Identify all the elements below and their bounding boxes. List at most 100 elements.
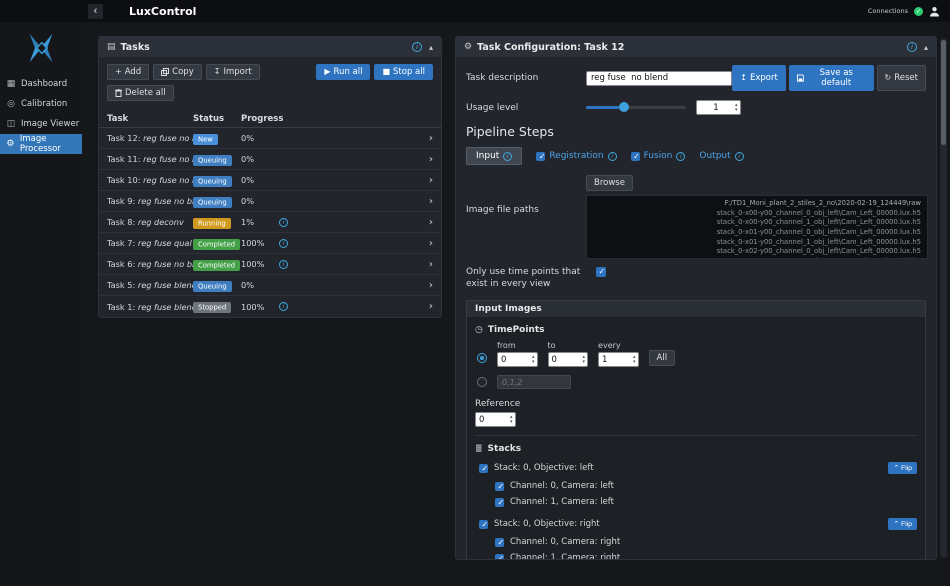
timepoints-range-radio[interactable]: [477, 353, 487, 363]
sidebar-item-dashboard[interactable]: ▦ Dashboard: [0, 74, 82, 94]
table-row[interactable]: Task 9: reg fuse no bl... Queuing 0% i ›: [99, 191, 441, 212]
channel-checkbox[interactable]: [495, 498, 504, 507]
stack-row[interactable]: Stack: 0, Objective: right ⌃Flip: [479, 516, 917, 532]
sidebar-item-label: Dashboard: [21, 79, 67, 89]
chevron-right-icon: ›: [421, 301, 433, 312]
usage-level-input[interactable]: [697, 101, 735, 114]
slider-handle[interactable]: [619, 102, 629, 112]
luxcontrol-logo: [0, 22, 82, 74]
channel-row[interactable]: Channel: 0, Camera: right: [495, 534, 917, 550]
info-icon[interactable]: i: [608, 152, 617, 161]
all-timepoints-button[interactable]: All: [649, 350, 676, 366]
info-icon[interactable]: i: [279, 239, 288, 248]
path-line: stack_0-x00-y00_channel_0_obj_left\Cam_L…: [593, 209, 921, 219]
channel-row[interactable]: Channel: 1, Camera: right: [495, 550, 917, 560]
chevron-right-icon: ›: [421, 217, 433, 228]
timepoints-list-input[interactable]: [497, 375, 571, 389]
channel-checkbox[interactable]: [495, 554, 504, 560]
table-row[interactable]: Task 5: reg fuse blend Queuing 0% i ›: [99, 275, 441, 296]
progress-value: 100%: [241, 259, 279, 269]
import-task-button[interactable]: ↧Import: [206, 64, 260, 80]
table-row[interactable]: Task 12: reg fuse no bl... New 0% i ›: [99, 128, 441, 149]
back-button[interactable]: ‹: [88, 4, 103, 19]
spinner-icons[interactable]: ▴▾: [510, 415, 515, 424]
table-row[interactable]: Task 6: reg fuse no bl... Completed 100%…: [99, 254, 441, 275]
flip-stack-button[interactable]: ⌃Flip: [888, 462, 917, 474]
table-row[interactable]: Task 1: reg fuse blend Stopped 100% i ›: [99, 296, 441, 317]
sidebar-item-calibration[interactable]: ◎ Calibration: [0, 94, 82, 114]
registration-checkbox[interactable]: [536, 152, 545, 161]
channel-checkbox[interactable]: [495, 538, 504, 547]
progress-value: 1%: [241, 217, 279, 227]
stacks-icon: ≣: [475, 444, 483, 454]
tab-input[interactable]: Input i: [466, 147, 522, 165]
table-row[interactable]: Task 11: reg fuse no bl... Queuing 0% i …: [99, 149, 441, 170]
table-row[interactable]: Task 8: reg deconv Running 1% i ›: [99, 212, 441, 233]
stack-checkbox[interactable]: [479, 520, 488, 529]
delete-all-button[interactable]: Delete all: [107, 85, 174, 101]
table-row[interactable]: Task 7: reg fuse qual ... Completed 100%…: [99, 233, 441, 254]
scrollbar-thumb[interactable]: [941, 40, 946, 145]
table-row[interactable]: Task 10: reg fuse no bl... Queuing 0% i …: [99, 170, 441, 191]
tab-registration[interactable]: Registration i: [536, 151, 616, 161]
progress-value: 0%: [241, 280, 279, 290]
spinner-icons[interactable]: ▴▾: [633, 355, 638, 364]
info-icon[interactable]: i: [735, 152, 744, 161]
play-icon: ▶: [324, 68, 330, 76]
fusion-checkbox[interactable]: [631, 152, 640, 161]
progress-value: 0%: [241, 175, 279, 185]
info-icon[interactable]: i: [503, 152, 512, 161]
from-input[interactable]: [498, 353, 532, 366]
spinner-icons[interactable]: ▴▾: [532, 355, 537, 364]
info-icon[interactable]: i: [676, 152, 685, 161]
collapse-panel-icon[interactable]: ▴: [924, 43, 928, 52]
column-task: Task: [107, 114, 193, 124]
tasks-panel: ▤ Tasks i ▴ +Add Copy ↧Import ▶Run all ■…: [98, 36, 442, 318]
export-button[interactable]: ↥Export: [732, 65, 786, 91]
timepoints-list-radio[interactable]: [477, 377, 487, 387]
chevron-right-icon: ›: [421, 175, 433, 186]
connection-status-icon: ✓: [914, 7, 923, 16]
image-file-paths-box[interactable]: F:/TD1_Moni_plant_2_stiles_2_no\2020-02-…: [586, 195, 928, 259]
collapse-panel-icon[interactable]: ▴: [429, 43, 433, 52]
browse-button[interactable]: Browse: [586, 175, 633, 191]
channel-row[interactable]: Channel: 1, Camera: left: [495, 494, 917, 510]
sidebar-item-image-processor[interactable]: ⚙ Image Processor: [0, 134, 82, 154]
tasks-icon: ▤: [107, 42, 116, 52]
every-input[interactable]: [599, 353, 633, 366]
to-input[interactable]: [549, 353, 583, 366]
vertical-scrollbar[interactable]: [940, 38, 947, 558]
sidebar-item-label: Image Processor: [20, 134, 82, 154]
flip-stack-button[interactable]: ⌃Flip: [888, 518, 917, 530]
only-existing-timepoints-checkbox[interactable]: [596, 267, 606, 277]
sidebar-item-label: Calibration: [21, 99, 67, 109]
divider: [475, 435, 917, 436]
stop-all-button[interactable]: ■Stop all: [374, 64, 433, 80]
info-icon[interactable]: i: [907, 42, 917, 52]
reset-button[interactable]: ↻Reset: [877, 65, 926, 91]
stack-checkbox[interactable]: [479, 464, 488, 473]
path-line: stack_0-x02-y00_channel_0_obj_left\Cam_L…: [593, 247, 921, 257]
tab-fusion[interactable]: Fusion i: [631, 151, 686, 161]
info-icon[interactable]: i: [279, 302, 288, 311]
channel-row[interactable]: Channel: 0, Camera: left: [495, 478, 917, 494]
tab-output[interactable]: Output i: [699, 151, 743, 161]
run-all-button[interactable]: ▶Run all: [316, 64, 370, 80]
info-icon[interactable]: i: [412, 42, 422, 52]
timepoints-reference-input[interactable]: [476, 413, 510, 426]
usage-level-slider[interactable]: [586, 106, 686, 109]
info-icon[interactable]: i: [279, 260, 288, 269]
dashboard-icon: ▦: [6, 79, 16, 89]
config-panel-title: Task Configuration: Task 12: [477, 42, 624, 53]
copy-task-button[interactable]: Copy: [153, 64, 202, 80]
stack-row[interactable]: Stack: 0, Objective: left ⌃Flip: [479, 460, 917, 476]
info-icon[interactable]: i: [279, 218, 288, 227]
task-description-input[interactable]: [586, 71, 732, 86]
user-icon[interactable]: [929, 6, 940, 17]
save-as-default-button[interactable]: Save as default: [789, 65, 874, 91]
sidebar-item-image-viewer[interactable]: ◫ Image Viewer: [0, 114, 82, 134]
spinner-icons[interactable]: ▴▾: [583, 355, 588, 364]
channel-checkbox[interactable]: [495, 482, 504, 491]
spinner-icons[interactable]: ▴▾: [735, 103, 740, 112]
add-task-button[interactable]: +Add: [107, 64, 149, 80]
